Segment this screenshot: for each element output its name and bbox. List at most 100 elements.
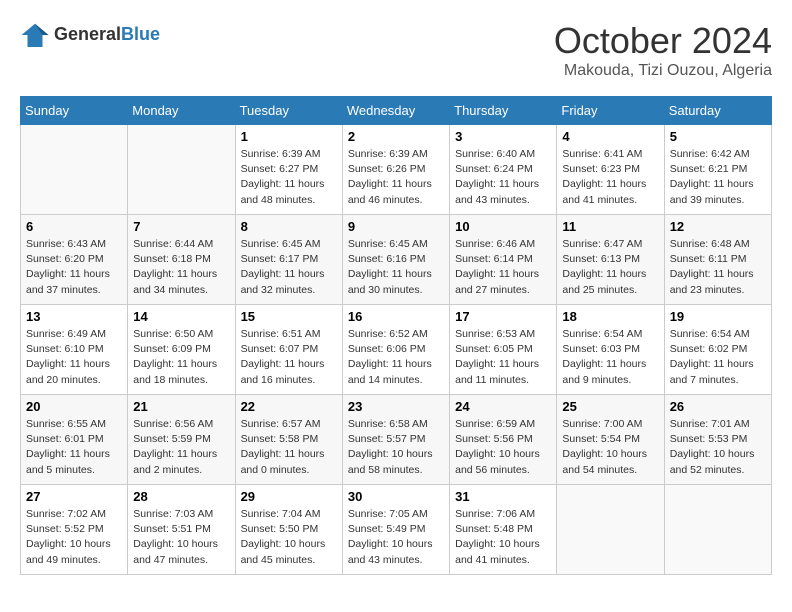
calendar-cell (664, 485, 771, 575)
day-info: Sunrise: 6:57 AMSunset: 5:58 PMDaylight:… (241, 417, 337, 478)
day-info: Sunrise: 6:48 AMSunset: 6:11 PMDaylight:… (670, 237, 766, 298)
day-number: 15 (241, 309, 337, 324)
col-header-tuesday: Tuesday (235, 97, 342, 125)
calendar-cell: 16 Sunrise: 6:52 AMSunset: 6:06 PMDayligh… (342, 305, 449, 395)
calendar-cell: 29 Sunrise: 7:04 AMSunset: 5:50 PMDayligh… (235, 485, 342, 575)
day-info: Sunrise: 7:01 AMSunset: 5:53 PMDaylight:… (670, 417, 766, 478)
day-info: Sunrise: 7:04 AMSunset: 5:50 PMDaylight:… (241, 507, 337, 568)
day-number: 12 (670, 219, 766, 234)
calendar-cell: 2Sunrise: 6:39 AMSunset: 6:26 PMDaylight… (342, 125, 449, 215)
day-number: 5 (670, 129, 766, 144)
day-number: 21 (133, 399, 229, 414)
day-info: Sunrise: 6:53 AMSunset: 6:05 PMDaylight:… (455, 327, 551, 388)
calendar-cell: 23Sunrise: 6:58 AMSunset: 5:57 PMDayligh… (342, 395, 449, 485)
day-number: 18 (562, 309, 658, 324)
day-info: Sunrise: 6:45 AMSunset: 6:16 PMDaylight:… (348, 237, 444, 298)
logo-text-blue: Blue (121, 25, 160, 45)
calendar-cell: 30Sunrise: 7:05 AMSunset: 5:49 PMDayligh… (342, 485, 449, 575)
day-info: Sunrise: 6:49 AMSunset: 6:10 PMDaylight:… (26, 327, 122, 388)
day-info: Sunrise: 6:47 AMSunset: 6:13 PMDaylight:… (562, 237, 658, 298)
day-number: 17 (455, 309, 551, 324)
col-header-friday: Friday (557, 97, 664, 125)
day-number: 22 (241, 399, 337, 414)
day-info: Sunrise: 6:39 AMSunset: 6:26 PMDaylight:… (348, 147, 444, 208)
day-info: Sunrise: 7:06 AMSunset: 5:48 PMDaylight:… (455, 507, 551, 568)
day-info: Sunrise: 6:58 AMSunset: 5:57 PMDaylight:… (348, 417, 444, 478)
calendar-cell: 8Sunrise: 6:45 AMSunset: 6:17 PMDaylight… (235, 215, 342, 305)
day-number: 29 (241, 489, 337, 504)
day-info: Sunrise: 6:43 AMSunset: 6:20 PMDaylight:… (26, 237, 122, 298)
calendar-week-row: 13 Sunrise: 6:49 AMSunset: 6:10 PMDayligh… (21, 305, 772, 395)
page-header: General Blue October 2024 Makouda, Tizi … (20, 20, 772, 80)
day-number: 10 (455, 219, 551, 234)
calendar-header-row: SundayMondayTuesdayWednesdayThursdayFrid… (21, 97, 772, 125)
day-info: Sunrise: 6:42 AMSunset: 6:21 PMDaylight:… (670, 147, 766, 208)
calendar-cell: 12 Sunrise: 6:48 AMSunset: 6:11 PMDayligh… (664, 215, 771, 305)
day-info: Sunrise: 7:05 AMSunset: 5:49 PMDaylight:… (348, 507, 444, 568)
location-subtitle: Makouda, Tizi Ouzou, Algeria (554, 62, 772, 80)
day-info: Sunrise: 7:00 AMSunset: 5:54 PMDaylight:… (562, 417, 658, 478)
day-number: 20 (26, 399, 122, 414)
day-info: Sunrise: 6:55 AMSunset: 6:01 PMDaylight:… (26, 417, 122, 478)
day-number: 1 (241, 129, 337, 144)
day-number: 28 (133, 489, 229, 504)
day-number: 27 (26, 489, 122, 504)
calendar-week-row: 27 Sunrise: 7:02 AMSunset: 5:52 PMDayligh… (21, 485, 772, 575)
day-number: 24 (455, 399, 551, 414)
calendar-cell: 13 Sunrise: 6:49 AMSunset: 6:10 PMDayligh… (21, 305, 128, 395)
calendar-table: SundayMondayTuesdayWednesdayThursdayFrid… (20, 96, 772, 575)
calendar-cell: 21Sunrise: 6:56 AMSunset: 5:59 PMDayligh… (128, 395, 235, 485)
calendar-cell: 4 Sunrise: 6:41 AMSunset: 6:23 PMDaylight… (557, 125, 664, 215)
day-number: 13 (26, 309, 122, 324)
day-info: Sunrise: 6:54 AMSunset: 6:02 PMDaylight:… (670, 327, 766, 388)
calendar-cell: 10 Sunrise: 6:46 AMSunset: 6:14 PMDayligh… (450, 215, 557, 305)
calendar-cell: 19 Sunrise: 6:54 AMSunset: 6:02 PMDayligh… (664, 305, 771, 395)
day-info: Sunrise: 7:03 AMSunset: 5:51 PMDaylight:… (133, 507, 229, 568)
day-number: 19 (670, 309, 766, 324)
calendar-cell: 25Sunrise: 7:00 AMSunset: 5:54 PMDayligh… (557, 395, 664, 485)
day-number: 3 (455, 129, 551, 144)
calendar-cell (21, 125, 128, 215)
calendar-cell: 17 Sunrise: 6:53 AMSunset: 6:05 PMDayligh… (450, 305, 557, 395)
logo-text-block: General Blue (54, 25, 160, 45)
day-number: 7 (133, 219, 229, 234)
calendar-cell: 5 Sunrise: 6:42 AMSunset: 6:21 PMDaylight… (664, 125, 771, 215)
day-number: 16 (348, 309, 444, 324)
day-info: Sunrise: 7:02 AMSunset: 5:52 PMDaylight:… (26, 507, 122, 568)
calendar-cell: 24Sunrise: 6:59 AMSunset: 5:56 PMDayligh… (450, 395, 557, 485)
calendar-cell: 26Sunrise: 7:01 AMSunset: 5:53 PMDayligh… (664, 395, 771, 485)
calendar-cell: 31 Sunrise: 7:06 AMSunset: 5:48 PMDayligh… (450, 485, 557, 575)
calendar-cell: 18Sunrise: 6:54 AMSunset: 6:03 PMDayligh… (557, 305, 664, 395)
calendar-cell: 9Sunrise: 6:45 AMSunset: 6:16 PMDaylight… (342, 215, 449, 305)
day-info: Sunrise: 6:50 AMSunset: 6:09 PMDaylight:… (133, 327, 229, 388)
col-header-thursday: Thursday (450, 97, 557, 125)
day-info: Sunrise: 6:39 AMSunset: 6:27 PMDaylight:… (241, 147, 337, 208)
col-header-saturday: Saturday (664, 97, 771, 125)
day-info: Sunrise: 6:44 AMSunset: 6:18 PMDaylight:… (133, 237, 229, 298)
day-info: Sunrise: 6:41 AMSunset: 6:23 PMDaylight:… (562, 147, 658, 208)
day-number: 6 (26, 219, 122, 234)
day-info: Sunrise: 6:46 AMSunset: 6:14 PMDaylight:… (455, 237, 551, 298)
day-number: 8 (241, 219, 337, 234)
day-number: 11 (562, 219, 658, 234)
calendar-cell: 27 Sunrise: 7:02 AMSunset: 5:52 PMDayligh… (21, 485, 128, 575)
logo-icon (20, 20, 50, 50)
calendar-week-row: 1 Sunrise: 6:39 AMSunset: 6:27 PMDaylight… (21, 125, 772, 215)
day-info: Sunrise: 6:52 AMSunset: 6:06 PMDaylight:… (348, 327, 444, 388)
logo-text-general: General (54, 25, 121, 45)
calendar-cell: 28 Sunrise: 7:03 AMSunset: 5:51 PMDayligh… (128, 485, 235, 575)
title-block: October 2024 Makouda, Tizi Ouzou, Algeri… (554, 20, 772, 80)
day-info: Sunrise: 6:40 AMSunset: 6:24 PMDaylight:… (455, 147, 551, 208)
col-header-wednesday: Wednesday (342, 97, 449, 125)
calendar-cell: 3 Sunrise: 6:40 AMSunset: 6:24 PMDaylight… (450, 125, 557, 215)
logo: General Blue (20, 20, 160, 50)
calendar-week-row: 6 Sunrise: 6:43 AMSunset: 6:20 PMDaylight… (21, 215, 772, 305)
calendar-cell: 7 Sunrise: 6:44 AMSunset: 6:18 PMDaylight… (128, 215, 235, 305)
calendar-cell (557, 485, 664, 575)
day-number: 31 (455, 489, 551, 504)
col-header-monday: Monday (128, 97, 235, 125)
calendar-cell: 1 Sunrise: 6:39 AMSunset: 6:27 PMDaylight… (235, 125, 342, 215)
calendar-cell: 11 Sunrise: 6:47 AMSunset: 6:13 PMDayligh… (557, 215, 664, 305)
calendar-cell (128, 125, 235, 215)
day-number: 4 (562, 129, 658, 144)
